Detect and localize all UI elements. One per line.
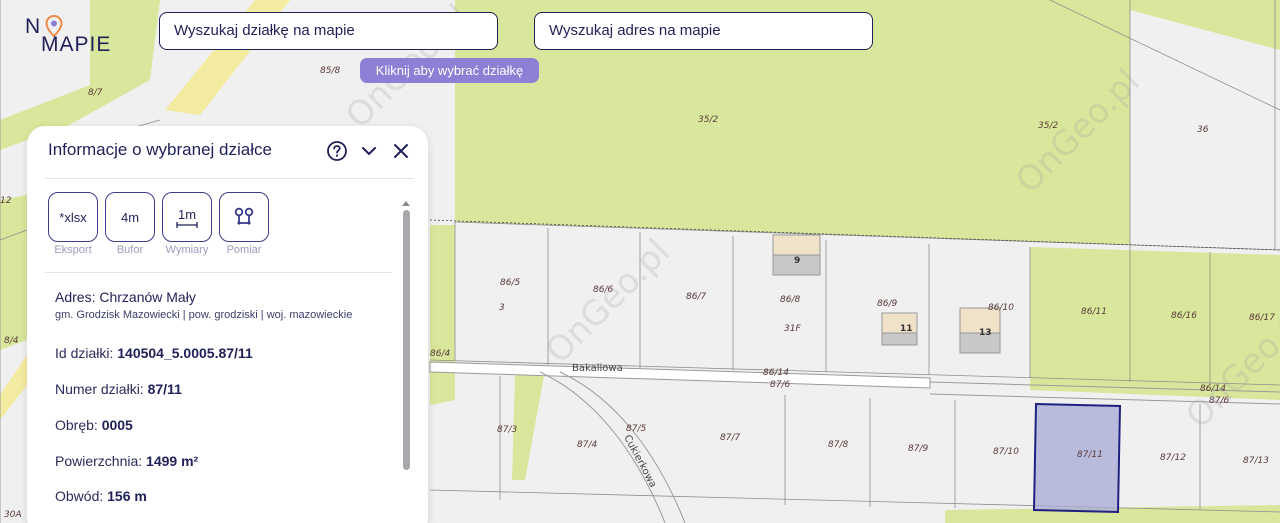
precinct-label: Obręb: bbox=[55, 417, 102, 433]
parcel-label: 86/9 bbox=[877, 299, 897, 309]
divider bbox=[45, 272, 392, 273]
precinct-value: 0005 bbox=[101, 417, 133, 433]
parcel-label: 87/10 bbox=[993, 447, 1019, 457]
parcel-number-label: Numer działki: bbox=[55, 381, 148, 397]
chevron-down-icon[interactable] bbox=[358, 140, 380, 162]
parcel-label: 86/14 bbox=[763, 368, 789, 378]
logo-line2: MAPIE bbox=[41, 33, 112, 56]
dimensions-button[interactable]: 1m bbox=[162, 192, 212, 242]
perimeter-row: Obwód: 156 m bbox=[55, 488, 147, 504]
parcel-label: 86/11 bbox=[1081, 307, 1107, 317]
perimeter-label: Obwód: bbox=[55, 488, 108, 504]
building-number: 13 bbox=[979, 328, 992, 338]
parcel-label: 30A bbox=[4, 510, 22, 520]
area-value: 1499 m² bbox=[146, 453, 199, 469]
parcel-label: 86/5 bbox=[500, 278, 520, 288]
address-subtitle: gm. Grodzisk Mazowiecki | pow. grodziski… bbox=[55, 309, 353, 321]
parcel-number-row: Numer działki: 87/11 bbox=[55, 381, 182, 397]
buffer-tool[interactable]: 4m Bufor bbox=[105, 192, 155, 256]
select-parcel-tooltip: Kliknij aby wybrać działkę bbox=[360, 58, 539, 83]
street-name: Bakaliowa bbox=[572, 363, 623, 374]
logo-line1: N bbox=[25, 15, 42, 38]
building-number: 11 bbox=[900, 324, 913, 334]
parcel-number-value: 87/11 bbox=[147, 381, 182, 397]
parcel-label: 31F bbox=[784, 324, 801, 334]
address-title: Adres: Chrzanów Mały bbox=[55, 289, 196, 305]
measure-pins-icon bbox=[234, 207, 254, 225]
address-search-input[interactable]: Wyszukaj adres na mapie bbox=[534, 12, 873, 50]
close-icon[interactable] bbox=[390, 140, 412, 162]
export-tool[interactable]: *xlsx Eksport bbox=[48, 192, 98, 256]
parcel-label: 8/4 bbox=[4, 336, 19, 346]
parcel-label: 36 bbox=[1197, 125, 1209, 135]
green-area bbox=[430, 225, 455, 405]
measure-label: Pomiar bbox=[226, 244, 262, 256]
divider bbox=[45, 178, 414, 179]
parcel-id-label: Id działki: bbox=[55, 345, 118, 361]
parcel-label: 86/8 bbox=[780, 295, 800, 305]
dimensions-label: Wymiary bbox=[165, 244, 209, 256]
buffer-button[interactable]: 4m bbox=[105, 192, 155, 242]
parcel-label: 87/12 bbox=[1160, 453, 1186, 463]
parcel-label: 86/7 bbox=[686, 292, 706, 302]
area-row: Powierzchnia: 1499 m² bbox=[55, 453, 198, 469]
dimensions-tool[interactable]: 1m Wymiary bbox=[162, 192, 212, 256]
perimeter-value: 156 m bbox=[107, 488, 147, 504]
scrollbar-thumb[interactable] bbox=[403, 210, 410, 470]
parcel-label: 87/3 bbox=[497, 425, 517, 435]
parcel-label: 87/4 bbox=[577, 440, 597, 450]
parcel-label: 12 bbox=[0, 196, 12, 206]
measure-button[interactable] bbox=[219, 192, 269, 242]
parcel-label: 87/8 bbox=[828, 440, 848, 450]
parcel-label: 87/5 bbox=[626, 424, 646, 434]
precinct-row: Obręb: 0005 bbox=[55, 417, 133, 433]
building bbox=[772, 234, 821, 276]
app-logo[interactable]: N MAPIE bbox=[25, 15, 135, 59]
scroll-up-icon[interactable] bbox=[401, 198, 411, 208]
panel-title: Informacje o wybranej działce bbox=[48, 140, 272, 159]
parcel-label: 87/13 bbox=[1243, 456, 1269, 466]
parcel-id-row: Id działki: 140504_5.0005.87/11 bbox=[55, 345, 253, 361]
parcel-info-panel: Informacje o wybranej działce *xlsx Eksp… bbox=[27, 126, 428, 523]
parcel-label: 86/10 bbox=[988, 303, 1014, 313]
parcel-label: 35/2 bbox=[698, 115, 718, 125]
parcel-id-value: 140504_5.0005.87/11 bbox=[117, 345, 253, 361]
dimensions-text: 1m bbox=[177, 206, 197, 222]
parcel-label: 87/6 bbox=[770, 380, 790, 390]
export-label: Eksport bbox=[54, 244, 92, 256]
parcel-label: 8/7 bbox=[88, 88, 103, 98]
parcel-label: 3 bbox=[499, 303, 505, 313]
building-number: 9 bbox=[794, 256, 800, 266]
parcel-label: 85/8 bbox=[320, 66, 340, 76]
parcel-label: 87/7 bbox=[720, 433, 740, 443]
area-label: Powierzchnia: bbox=[55, 453, 147, 469]
buffer-label: Bufor bbox=[116, 244, 144, 256]
parcel-search-input[interactable]: Wyszukaj działkę na mapie bbox=[159, 12, 498, 50]
help-icon[interactable] bbox=[326, 140, 348, 162]
measure-tool[interactable]: Pomiar bbox=[219, 192, 269, 256]
green-area bbox=[0, 195, 27, 350]
parcel-label: 87/11 bbox=[1077, 450, 1103, 460]
ruler-icon bbox=[176, 221, 198, 228]
parcel-label: 87/9 bbox=[908, 444, 928, 454]
parcel-label: 86/16 bbox=[1171, 311, 1197, 321]
parcel-label: 86/4 bbox=[430, 349, 450, 359]
export-button[interactable]: *xlsx bbox=[48, 192, 98, 242]
